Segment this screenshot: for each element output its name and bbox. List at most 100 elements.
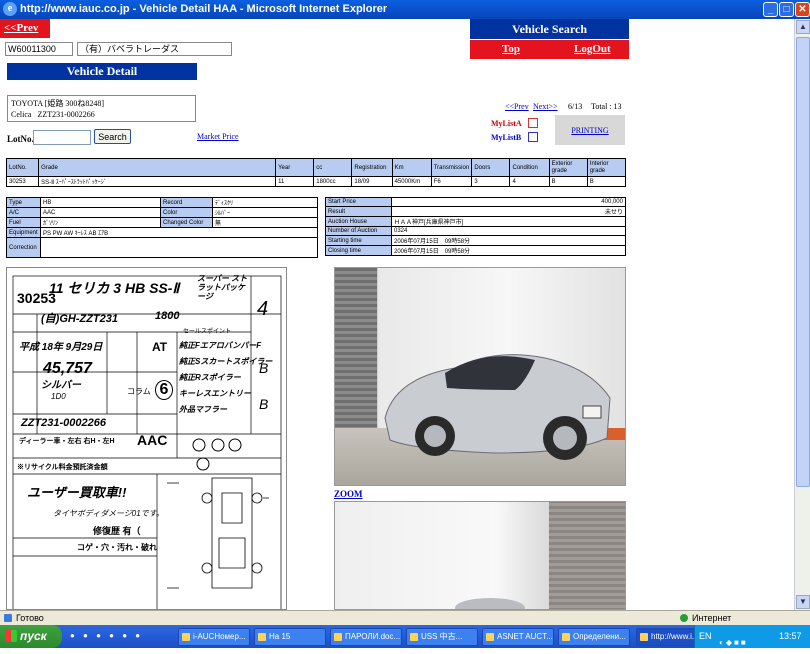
security-zone: Интернет (692, 613, 732, 623)
car-roof-icon (455, 598, 525, 609)
start-price-value: 400,000 (391, 197, 626, 207)
sheet-feature: 外品マフラー (179, 405, 227, 414)
quick-launch-icons[interactable]: ● ● ● ● ● ● (70, 631, 160, 643)
summary-registration: 18/09 (351, 176, 393, 187)
photo-shutter (549, 502, 625, 609)
printing-link[interactable]: PRINTING (571, 126, 608, 135)
zoom-link[interactable]: ZOOM (334, 489, 363, 499)
detail-value: HB (40, 197, 161, 208)
sheet-plate: (自)GH-ZZT231 (41, 313, 118, 325)
mylist-a-label: MyListA (491, 119, 522, 128)
sheet-sales-point: セールスポイント (183, 329, 232, 335)
auction-label: Start Price (325, 197, 392, 207)
minimize-button[interactable]: _ (763, 2, 778, 17)
detail-label: Color (160, 207, 213, 218)
printing-button[interactable]: PRINTING (555, 115, 625, 145)
taskbar-item-active[interactable]: http://www.i... (636, 628, 696, 646)
auction-house-value: ＨＡＡ神戸[兵庫県神戸市] (391, 216, 626, 227)
summary-header-registration: Registration (351, 158, 393, 177)
sheet-feature: キーレスエントリー (179, 389, 251, 398)
sheet-feature: 純正FエアロバンパーF (179, 341, 262, 350)
scroll-thumb[interactable] (796, 37, 810, 487)
detail-value: ｶﾞｿﾘﾝ (40, 217, 161, 228)
page-content: <<Prev Vehicle Search Top LogOut W600113… (0, 19, 794, 610)
summary-header-cc: cc (313, 158, 353, 177)
sheet-score: 4 (257, 298, 269, 320)
top-link[interactable]: Top (502, 43, 520, 55)
sheet-remark: ユーザー買取車!! (27, 485, 127, 500)
logout-link[interactable]: LogOut (574, 43, 611, 55)
window-title: http://www.iauc.co.jp - Vehicle Detail H… (20, 3, 388, 15)
summary-condition: 4 (509, 176, 550, 187)
detail-label: A/C (6, 207, 41, 218)
auction-label: Number of Auction (325, 226, 392, 236)
taskbar-item[interactable]: Определени... (558, 628, 630, 646)
auction-label: Starting time (325, 235, 392, 246)
taskbar-item[interactable]: USS 中古... (406, 628, 478, 646)
close-button[interactable]: ✕ (795, 2, 810, 17)
search-button[interactable]: Search (94, 129, 131, 144)
scroll-down-icon[interactable]: ▼ (796, 595, 810, 609)
pager-position: 6/13 (568, 102, 583, 111)
vehicle-photo-rear[interactable] (334, 501, 626, 610)
company-name-box: （有）バベラトレーダス (77, 42, 232, 56)
user-id-box: W60011300 (5, 42, 73, 56)
scroll-up-icon[interactable]: ▲ (796, 20, 810, 34)
prev-link[interactable]: <<Prev (0, 19, 50, 38)
summary-lotno: 30253 (5, 176, 40, 187)
summary-exterior: B (548, 176, 588, 187)
summary-transmission: F6 (430, 176, 473, 187)
mylist-b-checkbox[interactable] (528, 132, 538, 142)
detail-label: Type (6, 197, 41, 208)
summary-table: LotNo. Grade Year cc Registration Km Tra… (5, 158, 627, 187)
taskbar-item[interactable]: i-AUCHомер... (178, 628, 250, 646)
sheet-ac: AAC (137, 432, 168, 448)
internet-zone-icon (680, 614, 688, 622)
page-done-icon (4, 614, 12, 622)
summary-header-lotno: LotNo. (5, 158, 40, 177)
pager-total: Total : 13 (591, 102, 622, 111)
maximize-button[interactable]: □ (779, 2, 794, 17)
summary-doors: 3 (471, 176, 511, 187)
detail-value (40, 237, 318, 258)
language-indicator[interactable]: EN (699, 631, 712, 641)
vehicle-search-header: Vehicle Search (470, 19, 629, 39)
auction-sheet-image[interactable]: 30253 11 セリカ 3 HB SS-Ⅱ スーパー ストラットパッケージ (… (6, 267, 287, 610)
market-price-link[interactable]: Market Price (197, 132, 239, 141)
system-tray: EN ◐◆■■ 13:57 (694, 625, 810, 648)
lot-number-label: LotNo. (7, 134, 34, 144)
lot-number-input[interactable] (33, 130, 91, 145)
windows-logo-icon (5, 630, 17, 642)
auction-label: Closing time (325, 245, 392, 256)
pager-next-link[interactable]: Next>> (533, 102, 558, 111)
taskbar-item[interactable]: ASNET AUCT... (482, 628, 554, 646)
pager-prev-link[interactable]: <<Prev (505, 102, 529, 111)
taskbar-item[interactable]: На 15 (254, 628, 326, 646)
vehicle-make: TOYOTA [姫路 300ね8248] (11, 99, 104, 108)
auction-number-value: 0324 (391, 226, 626, 236)
result-value: 未せり (391, 206, 626, 217)
mylist-a-checkbox[interactable] (528, 118, 538, 128)
summary-header-exterior: Exterior grade (548, 158, 588, 177)
details-left-table: Type HB Record ﾃﾞｨｽｸﾘ A/C AAC Color ｼﾙﾊﾞｰ Fuel… (6, 197, 318, 258)
start-button[interactable]: пуск (0, 625, 62, 648)
sheet-year: 平成 18年 9月29日 (19, 342, 103, 353)
window-titlebar: e http://www.iauc.co.jp - Vehicle Detail… (0, 0, 810, 19)
taskbar-item[interactable]: ПАРОЛИ.doc... (330, 628, 402, 646)
sheet-column: コラム (127, 387, 151, 396)
sheet-chassis: ZZT231-0002266 (21, 417, 106, 429)
vertical-scrollbar[interactable]: ▲ ▼ (794, 19, 810, 610)
sheet-transmission: AT (152, 340, 168, 354)
status-bar: Готово Интернет (0, 610, 810, 625)
auction-label: Auction House (325, 216, 392, 227)
vehicle-photo-front[interactable] (334, 267, 626, 486)
detail-value: ﾃﾞｨｽｸﾘ (212, 197, 318, 208)
sheet-seats: 6 (155, 380, 173, 400)
sheet-grade-b: B (259, 396, 269, 412)
sheet-color: シルバー (41, 380, 81, 391)
sheet-feature: 純正Rスポイラー (179, 373, 241, 382)
detail-value: ｼﾙﾊﾞｰ (212, 207, 318, 218)
tray-icons[interactable]: ◐◆■■ (719, 631, 748, 654)
sheet-recycle: ※リサイクル料金預託済金額 (17, 464, 108, 471)
sheet-color-code: 1D0 (51, 392, 66, 401)
